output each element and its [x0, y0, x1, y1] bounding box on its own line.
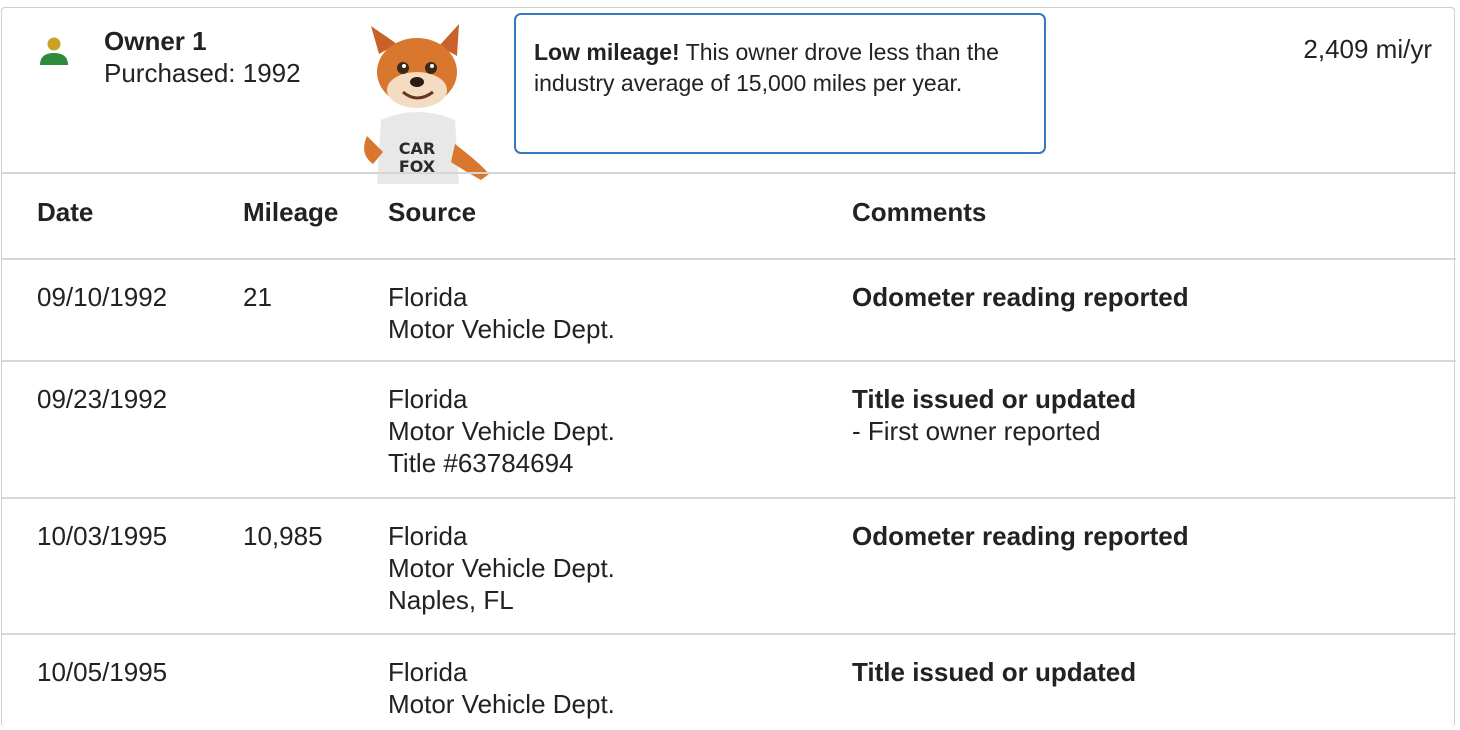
callout-title: Low mileage!	[534, 39, 680, 65]
row-source: Florida Motor Vehicle Dept. Title #63784…	[388, 384, 615, 478]
comment-title: Title issued or updated	[852, 657, 1137, 687]
row-mileage: 21	[243, 282, 272, 312]
comment-detail: - First owner reported	[852, 416, 1101, 446]
row-source: Florida Motor Vehicle Dept. Naples, FL	[388, 521, 615, 615]
row-comments: Title issued or updated - First owner re…	[852, 383, 1136, 447]
row-mileage: 10,985	[243, 521, 323, 551]
table-row: 10/03/1995 10,985 Florida Motor Vehicle …	[2, 497, 1456, 635]
comment-title: Odometer reading reported	[852, 282, 1189, 312]
row-date: 09/23/1992	[37, 384, 168, 414]
column-header-date: Date	[37, 197, 94, 227]
owner-header: Owner 1 Purchased: 1992 CAR FOX Low mile…	[2, 8, 1456, 184]
row-source: Florida Motor Vehicle Dept.	[388, 282, 615, 344]
row-date: 10/03/1995	[37, 521, 168, 551]
low-mileage-callout: Low mileage! This owner drove less than …	[514, 13, 1046, 154]
carfox-mascot-icon: CAR FOX	[364, 24, 489, 184]
column-header-comments: Comments	[852, 197, 987, 227]
comment-title: Title issued or updated	[852, 384, 1137, 414]
table-row: 09/23/1992 Florida Motor Vehicle Dept. T…	[2, 360, 1456, 499]
row-date: 09/10/1992	[37, 282, 168, 312]
table-row: 10/05/1995 Florida Motor Vehicle Dept. T…	[2, 633, 1456, 730]
svg-text:CAR: CAR	[399, 139, 435, 158]
row-comments: Odometer reading reported	[852, 281, 1189, 313]
person-icon	[40, 37, 68, 65]
row-date: 10/05/1995	[37, 657, 168, 687]
table-row: 09/10/1992 21 Florida Motor Vehicle Dept…	[2, 258, 1456, 362]
column-header-source: Source	[388, 197, 477, 227]
row-comments: Odometer reading reported	[852, 520, 1189, 552]
history-table-header: Date Mileage Source Comments	[2, 174, 1456, 258]
row-source: Florida Motor Vehicle Dept.	[388, 657, 615, 719]
miles-per-year: 2,409 mi/yr	[1303, 34, 1432, 64]
owner-history-card: Owner 1 Purchased: 1992 CAR FOX Low mile…	[1, 7, 1456, 730]
row-comments: Title issued or updated	[852, 656, 1136, 688]
comment-title: Odometer reading reported	[852, 521, 1189, 551]
column-header-mileage: Mileage	[243, 197, 339, 227]
owner-purchased-year: Purchased: 1992	[104, 58, 301, 88]
owner-name: Owner 1	[104, 26, 207, 56]
